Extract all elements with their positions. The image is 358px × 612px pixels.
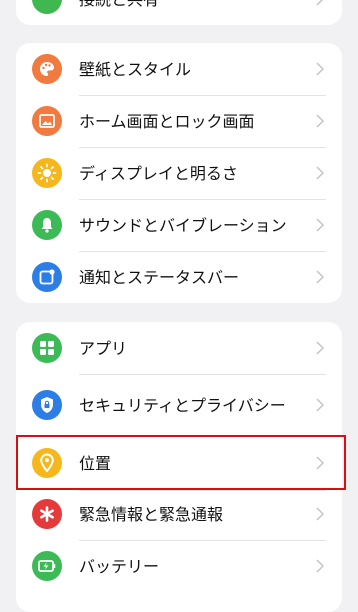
settings-item-label: 緊急情報と緊急通報 bbox=[79, 504, 224, 524]
settings-item-battery[interactable]: バッテリー bbox=[16, 540, 342, 592]
notification-icon bbox=[32, 262, 62, 292]
settings-item-label: サウンドとバイブレーション bbox=[79, 215, 287, 235]
settings-item-emergency[interactable]: 緊急情報と緊急通報 bbox=[16, 488, 342, 540]
chevron-right-icon bbox=[316, 62, 324, 76]
settings-item-apps[interactable]: アプリ bbox=[16, 322, 342, 374]
settings-item-sound-vibration[interactable]: サウンドとバイブレーション bbox=[16, 199, 342, 251]
settings-item-label: バッテリー bbox=[79, 556, 160, 576]
settings-item-label: ディスプレイと明るさ bbox=[79, 163, 238, 183]
battery-icon bbox=[32, 551, 62, 581]
settings-item-notifications-statusbar[interactable]: 通知とステータスバー bbox=[16, 251, 342, 303]
settings-item-label: 壁紙とスタイル bbox=[79, 59, 192, 79]
settings-item-label: 接続と共有 bbox=[79, 0, 302, 10]
chevron-right-icon bbox=[316, 507, 324, 521]
chevron-right-icon bbox=[316, 218, 324, 232]
bell-icon bbox=[32, 210, 62, 240]
chevron-right-icon bbox=[316, 270, 324, 284]
chevron-right-icon bbox=[316, 559, 324, 573]
display-settings-card: 壁紙とスタイル ホーム画面とロック画面 ディスプレイと明るさ サウンドとバイブレ… bbox=[16, 43, 342, 303]
settings-item-home-lock-screen[interactable]: ホーム画面とロック画面 bbox=[16, 95, 342, 147]
chevron-right-icon bbox=[316, 166, 324, 180]
chevron-right-icon bbox=[316, 114, 324, 128]
settings-item-wallpaper[interactable]: 壁紙とスタイル bbox=[16, 43, 342, 95]
image-icon bbox=[32, 106, 62, 136]
settings-item-label: 通知とステータスバー bbox=[79, 267, 240, 287]
settings-item-display-brightness[interactable]: ディスプレイと明るさ bbox=[16, 147, 342, 199]
location-highlight-box bbox=[16, 435, 346, 490]
chevron-right-icon bbox=[316, 398, 324, 412]
settings-item-connection[interactable]: 接続と共有 bbox=[16, 0, 342, 25]
settings-item-security-privacy[interactable]: セキュリティとプライバシー bbox=[16, 374, 342, 436]
settings-item-label: ホーム画面とロック画面 bbox=[79, 111, 255, 131]
chevron-right-icon bbox=[316, 0, 324, 6]
lock-icon bbox=[32, 390, 62, 420]
chevron-right-icon bbox=[316, 341, 324, 355]
palette-icon bbox=[32, 54, 62, 84]
asterisk-icon bbox=[32, 499, 62, 529]
settings-item-label: アプリ bbox=[79, 338, 128, 358]
apps-grid-icon bbox=[32, 333, 62, 363]
connection-card: 接続と共有 bbox=[16, 0, 342, 25]
settings-item-label: セキュリティとプライバシー bbox=[79, 395, 286, 415]
sun-icon bbox=[32, 158, 62, 188]
share-icon bbox=[32, 0, 62, 14]
